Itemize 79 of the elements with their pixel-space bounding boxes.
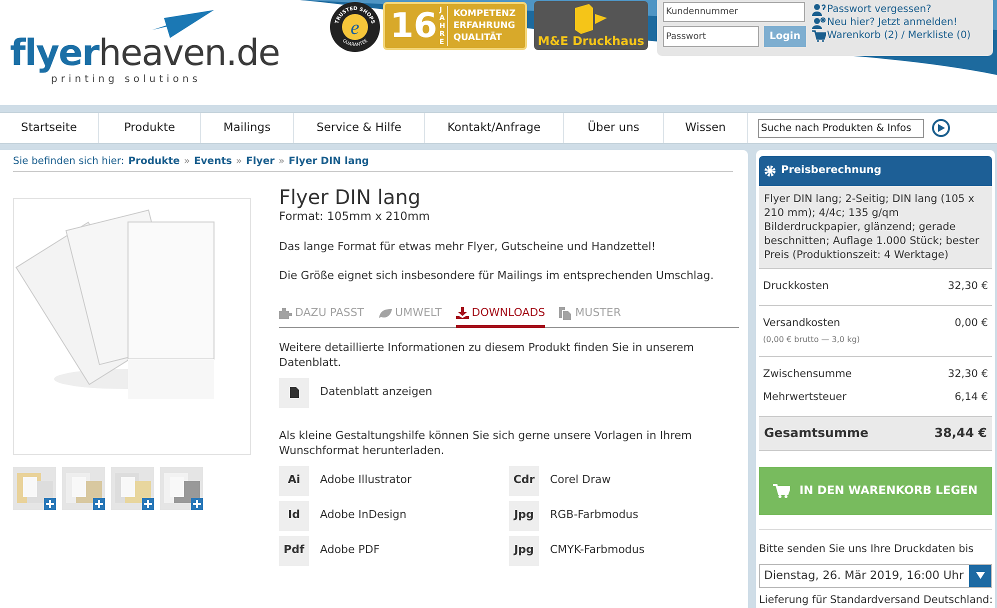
info-text: Weitere detaillierte Informationen zu diesem Produkt finden Sie in unserem Datenblatt. [279,340,695,370]
header-link[interactable]: Neu hier? Jetzt anmelden! [827,16,958,29]
price-note: (0,00 € brutto — 3,0 kg) [763,334,860,346]
nav-link[interactable]: Startseite [0,113,99,143]
customer-number-field[interactable]: Kundennummer [663,2,805,22]
gear-icon [764,165,776,177]
plus-icon [144,500,152,508]
template-link[interactable]: Id Adobe InDesign [279,500,509,530]
breadcrumb-separator: » [236,155,242,169]
deadline-label: Bitte senden Sie uns Ihre Druckdaten bis [759,529,992,558]
product-format: Format: 105mm x 210mm [279,209,431,223]
document-icon [290,387,298,398]
price-label: Mehrwertsteuer [763,390,846,406]
zoom-plus-button[interactable] [142,498,154,510]
price-label: Druckkosten [763,279,829,294]
price-label: Zwischensumme [763,366,852,382]
product-description: Die Größe eignet sich insbesondere für Mailings im entsprechenden Umschlag. [279,268,715,283]
breadcrumb-label: Sie befinden sich hier: [13,155,124,169]
price-value: 32,30 € [948,279,988,294]
plus-icon [46,500,54,508]
template-link[interactable]: Pdf Adobe PDF [279,536,509,566]
price-value: 32,30 € [948,366,988,382]
file-type-badge: Ai [279,466,309,496]
leaf-icon [378,308,392,319]
product-description: Das lange Format für etwas mehr Flyer, Gutscheine und Handzettel! [279,239,657,254]
header-link[interactable]: Passwort vergessen? [827,3,932,16]
plus-icon [193,500,201,508]
druckhaus-badge: M&E Druckhaus [534,1,648,50]
file-type-badge: Cdr [509,466,539,496]
logo-tagline: printing solutions [51,73,202,87]
nav-link[interactable]: Produkte [99,113,201,143]
price-value: 6,14 € [954,390,988,406]
deadline-dropdown[interactable]: Dienstag, 26. Mär 2019, 16:00 Uhr [759,564,992,588]
breadcrumb-link[interactable]: Produkte [128,154,180,169]
file-type-badge: Id [279,500,309,530]
template-link[interactable]: Jpg RGB-Farbmodus [509,500,739,530]
datasheet-link[interactable]: Datenblatt anzeigen [279,378,739,408]
file-type-badge: Jpg [509,500,539,530]
templates-intro: Als kleine Gestaltungshilfe können Sie sich gerne unsere Vorlagen in Ihrem Wunschformat herunterladen. [279,428,693,458]
zoom-plus-button[interactable] [93,498,105,510]
zoom-plus-button[interactable] [44,498,56,510]
nav-link[interactable]: Wissen [664,113,748,143]
user-add-icon [812,16,826,28]
zoom-plus-button[interactable] [191,498,203,510]
search-submit-button[interactable] [932,119,950,137]
price-value: 0,00 € [954,316,988,331]
file-type-badge: Pdf [279,536,309,566]
template-link[interactable]: Jpg CMYK-Farbmodus [509,536,739,566]
total-value: 38,44 € [934,424,987,442]
breadcrumb-link[interactable]: Events [194,154,232,169]
nav-link[interactable]: Service & Hilfe [294,113,425,143]
breadcrumb-link[interactable]: Flyer DIN lang [288,154,369,169]
template-link[interactable]: Cdr Corel Draw [509,466,739,496]
price-header: Preisberechnung [759,156,992,186]
play-arrow-icon [937,124,945,132]
delivery-label: Lieferung für Standardversand Deutschland: [759,592,992,608]
cart-icon [773,484,790,498]
puzzle-icon [279,308,292,319]
template-link[interactable]: Ai Adobe Illustrator [279,466,509,496]
breadcrumb-separator: » [278,155,285,169]
header-link[interactable]: Warenkorb (2) / Merkliste (0) [827,29,971,42]
breadcrumb-separator: » [184,155,190,169]
search-field[interactable]: Suche nach Produkten & Infos [758,118,924,138]
tab[interactable]: DOWNLOADS [456,305,546,328]
copy-icon [559,306,572,320]
price-label: Versandkosten [763,316,842,331]
user-question-icon [812,4,826,16]
nav-link[interactable]: Kontakt/Anfrage [425,113,564,143]
password-field[interactable]: Passwort [663,26,759,47]
product-title: Flyer DIN lang [279,185,422,209]
nav-link[interactable]: Über uns [564,113,664,143]
download-icon [456,307,469,320]
plus-icon [95,500,103,508]
total-label: Gesamtsumme [764,424,868,442]
nav-link[interactable]: Mailings [201,113,294,143]
file-type-badge: Jpg [509,536,539,566]
order-summary: Flyer DIN lang; 2-Seitig; DIN lang (105 x 210 mm); 4/4c; 135 g/qm Bilderdruckpapier, glänzend; gerade beschnitten; Auflage 1.000 Stück; bester Preis (Produktionszeit: 4 Werktage) [759,186,992,269]
breadcrumb-link[interactable]: Flyer [246,154,275,169]
dropdown-arrow-icon [976,572,984,580]
